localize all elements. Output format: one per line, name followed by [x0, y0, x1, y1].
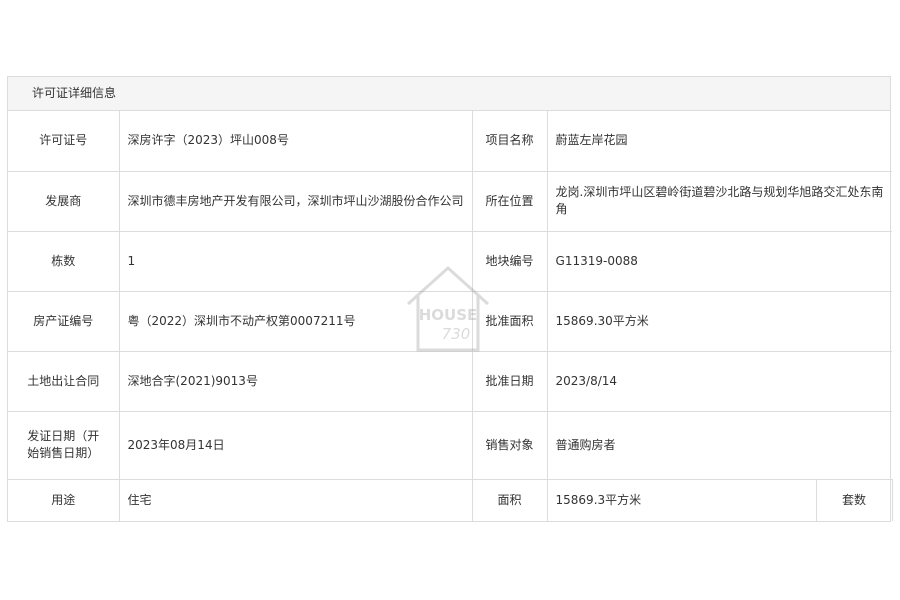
value-project-name: 蔚蓝左岸花园 — [546, 111, 893, 172]
table-row: 房产证编号 粤（2022）深圳市不动产权第0007211号 批准面积 15869… — [8, 290, 893, 352]
label-approval-date: 批准日期 — [471, 350, 548, 412]
permit-details-table: 许可证号 深房许字（2023）坪山008号 项目名称 蔚蓝左岸花园 发展商 深圳… — [8, 111, 893, 521]
value-location: 龙岗.深圳市坪山区碧岭街道碧沙北路与规划华旭路交汇处东南角 — [546, 170, 893, 232]
label-issue-date: 发证日期（开始销售日期） — [8, 410, 120, 480]
table-row: 栋数 1 地块编号 G11319-0088 — [8, 230, 893, 292]
label-plot-number: 地块编号 — [471, 230, 548, 292]
value-usage: 住宅 — [118, 478, 473, 521]
table-row: 土地出让合同 深地合字(2021)9013号 批准日期 2023/8/14 — [8, 350, 893, 412]
table-row: 发展商 深圳市德丰房地产开发有限公司，深圳市坪山沙湖股份合作公司 所在位置 龙岗… — [8, 170, 893, 232]
label-sales-target: 销售对象 — [471, 410, 548, 480]
label-project-name: 项目名称 — [471, 111, 548, 172]
label-developer: 发展商 — [8, 170, 120, 232]
value-permit-number: 深房许字（2023）坪山008号 — [118, 111, 473, 172]
value-issue-date: 2023年08月14日 — [118, 410, 473, 480]
table-row: 许可证号 深房许字（2023）坪山008号 项目名称 蔚蓝左岸花园 — [8, 111, 893, 172]
label-building-count: 栋数 — [8, 230, 120, 292]
table-row: 用途 住宅 面积 15869.3平方米 套数 188 — [8, 478, 893, 521]
value-building-count: 1 — [118, 230, 473, 292]
panel-title: 许可证详细信息 — [8, 77, 890, 111]
value-approval-date: 2023/8/14 — [546, 350, 893, 412]
label-usage: 用途 — [8, 478, 120, 521]
table-row: 发证日期（开始销售日期） 2023年08月14日 销售对象 普通购房者 — [8, 410, 893, 480]
label-permit-number: 许可证号 — [8, 111, 120, 172]
value-area: 15869.3平方米 — [546, 478, 817, 521]
value-sales-target: 普通购房者 — [546, 410, 893, 480]
label-location: 所在位置 — [471, 170, 548, 232]
label-area: 面积 — [471, 478, 548, 521]
label-unit-count: 套数 — [815, 478, 893, 521]
value-land-contract: 深地合字(2021)9013号 — [118, 350, 473, 412]
value-developer: 深圳市德丰房地产开发有限公司，深圳市坪山沙湖股份合作公司 — [118, 170, 473, 232]
value-plot-number: G11319-0088 — [546, 230, 893, 292]
label-land-contract: 土地出让合同 — [8, 350, 120, 412]
label-approved-area: 批准面积 — [471, 290, 548, 352]
permit-details-panel: 许可证详细信息 许可证号 深房许字（2023）坪山008号 项目名称 蔚蓝左岸花… — [7, 76, 893, 522]
label-property-cert-number: 房产证编号 — [8, 290, 120, 352]
value-property-cert-number: 粤（2022）深圳市不动产权第0007211号 — [118, 290, 473, 352]
value-approved-area: 15869.30平方米 — [546, 290, 893, 352]
